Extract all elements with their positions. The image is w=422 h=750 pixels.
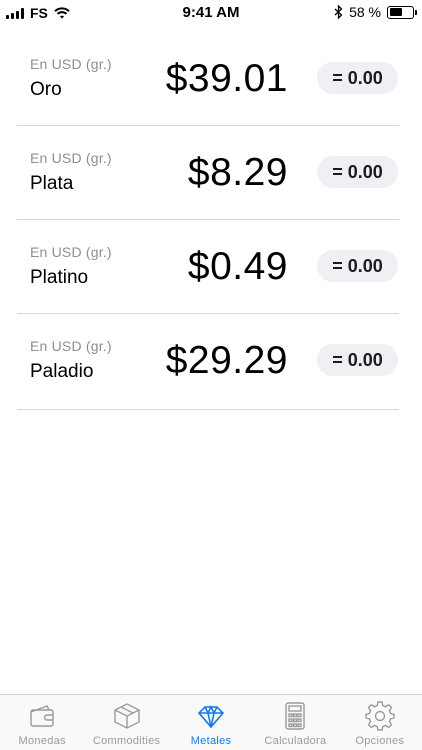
tab-label: Monedas <box>18 735 66 747</box>
metal-price-list: En USD (gr.) Oro $39.01 = 0.00 En USD (g… <box>17 32 399 410</box>
tab-label: Metales <box>190 735 232 747</box>
unit-label: En USD (gr.) <box>30 150 112 166</box>
tab-opciones[interactable]: Opciones <box>338 695 422 750</box>
metal-price: $29.29 <box>165 339 288 382</box>
unit-label: En USD (gr.) <box>30 244 112 260</box>
tab-bar: Monedas Commodities Metales Calculadora <box>0 694 422 750</box>
battery-percent: 58 % <box>349 4 381 20</box>
metal-price: $39.01 <box>165 57 288 100</box>
tab-calculadora[interactable]: Calculadora <box>253 695 337 750</box>
battery-level <box>389 8 403 16</box>
status-bar: FS 9:41 AM 58 % <box>0 0 422 26</box>
metal-name: Paladio <box>30 361 94 382</box>
metal-name: Platino <box>30 267 89 288</box>
conversion-button[interactable]: = 0.00 <box>317 344 398 376</box>
metal-price: $0.49 <box>187 245 288 288</box>
tab-metales[interactable]: Metales <box>169 695 253 750</box>
unit-label: En USD (gr.) <box>30 56 112 72</box>
metal-row[interactable]: En USD (gr.) Oro $39.01 = 0.00 <box>17 32 399 126</box>
tab-label: Opciones <box>355 735 405 747</box>
metal-name: Oro <box>30 79 62 100</box>
tab-monedas[interactable]: Monedas <box>0 695 84 750</box>
tab-label: Calculadora <box>264 735 327 747</box>
box-icon <box>113 703 140 729</box>
metal-row[interactable]: En USD (gr.) Plata $8.29 = 0.00 <box>17 126 399 220</box>
tab-commodities[interactable]: Commodities <box>84 695 168 750</box>
battery-icon <box>387 5 417 19</box>
gear-icon <box>365 701 395 731</box>
metal-row[interactable]: En USD (gr.) Paladio $29.29 = 0.00 <box>17 314 399 410</box>
wallet-icon <box>30 705 54 727</box>
calculator-icon <box>285 702 306 730</box>
unit-label: En USD (gr.) <box>30 338 112 354</box>
tab-label: Commodities <box>92 735 161 747</box>
conversion-button[interactable]: = 0.00 <box>317 62 398 94</box>
status-right: 58 % <box>334 4 417 20</box>
diamond-icon <box>197 705 225 729</box>
metal-row[interactable]: En USD (gr.) Platino $0.49 = 0.00 <box>17 220 399 314</box>
metal-price: $8.29 <box>187 151 288 194</box>
metal-name: Plata <box>30 173 74 194</box>
conversion-button[interactable]: = 0.00 <box>317 156 398 188</box>
conversion-button[interactable]: = 0.00 <box>317 250 398 282</box>
bluetooth-icon <box>334 5 343 19</box>
